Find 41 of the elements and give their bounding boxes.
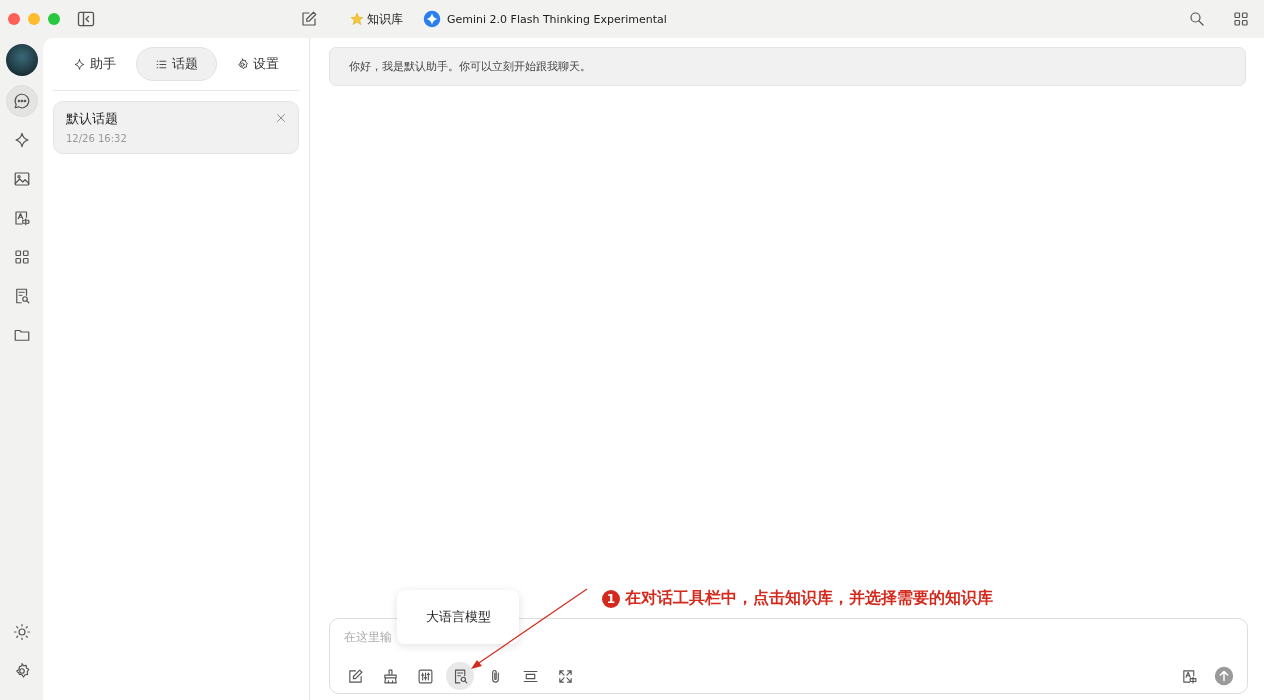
knowledge-base-label[interactable]: 知识库 — [367, 10, 403, 28]
fullscreen-icon — [556, 667, 574, 685]
broom-icon — [381, 667, 399, 685]
chat-bubble-icon — [12, 92, 31, 110]
star-icon — [350, 12, 364, 26]
search-button[interactable] — [1188, 10, 1206, 28]
close-icon — [274, 111, 288, 125]
translate-icon — [1180, 667, 1198, 685]
sparkle-icon — [73, 57, 86, 71]
topic-title: 默认话题 — [66, 111, 118, 128]
edit-icon — [300, 10, 318, 28]
topic-item[interactable]: 默认话题 12/26 16:32 — [53, 101, 299, 154]
search-icon — [1188, 10, 1206, 28]
doc-search-button[interactable] — [446, 662, 474, 690]
annotation-text: 在对话工具栏中，点击知识库，并选择需要的知识库 — [625, 588, 993, 609]
tab[interactable]: 设置 — [218, 47, 297, 81]
avatar[interactable] — [5, 44, 38, 76]
apps-icon — [1232, 10, 1250, 28]
apps-icon — [12, 248, 31, 266]
sidebar-icon — [76, 9, 96, 29]
sidebar-toggle-button[interactable] — [76, 9, 96, 29]
edit-icon — [346, 667, 364, 685]
model-name[interactable]: Gemini 2.0 Flash Thinking Experimental — [447, 12, 667, 26]
topic-time: 12/26 16:32 — [66, 133, 128, 144]
sparkle-logo-icon — [423, 10, 441, 28]
send-icon — [1213, 665, 1235, 687]
window-close-button[interactable] — [8, 13, 20, 25]
close-button[interactable] — [274, 111, 288, 125]
tab[interactable]: 话题 — [135, 47, 217, 81]
sun-icon — [12, 623, 31, 641]
tab[interactable]: 助手 — [55, 47, 134, 81]
image-icon — [12, 170, 31, 188]
sliders-icon — [416, 667, 434, 685]
translate-icon — [12, 209, 31, 227]
send-button[interactable] — [1213, 665, 1235, 687]
chat-message: 你好，我是默认助手。你可以立刻开始跟我聊天。 — [329, 47, 1246, 86]
tooltip: 大语言模型 — [397, 590, 519, 644]
rail-chat-button[interactable] — [5, 85, 38, 117]
apps-button[interactable] — [1232, 10, 1250, 28]
new-chat-button[interactable] — [300, 10, 318, 28]
gear-icon — [236, 57, 249, 71]
